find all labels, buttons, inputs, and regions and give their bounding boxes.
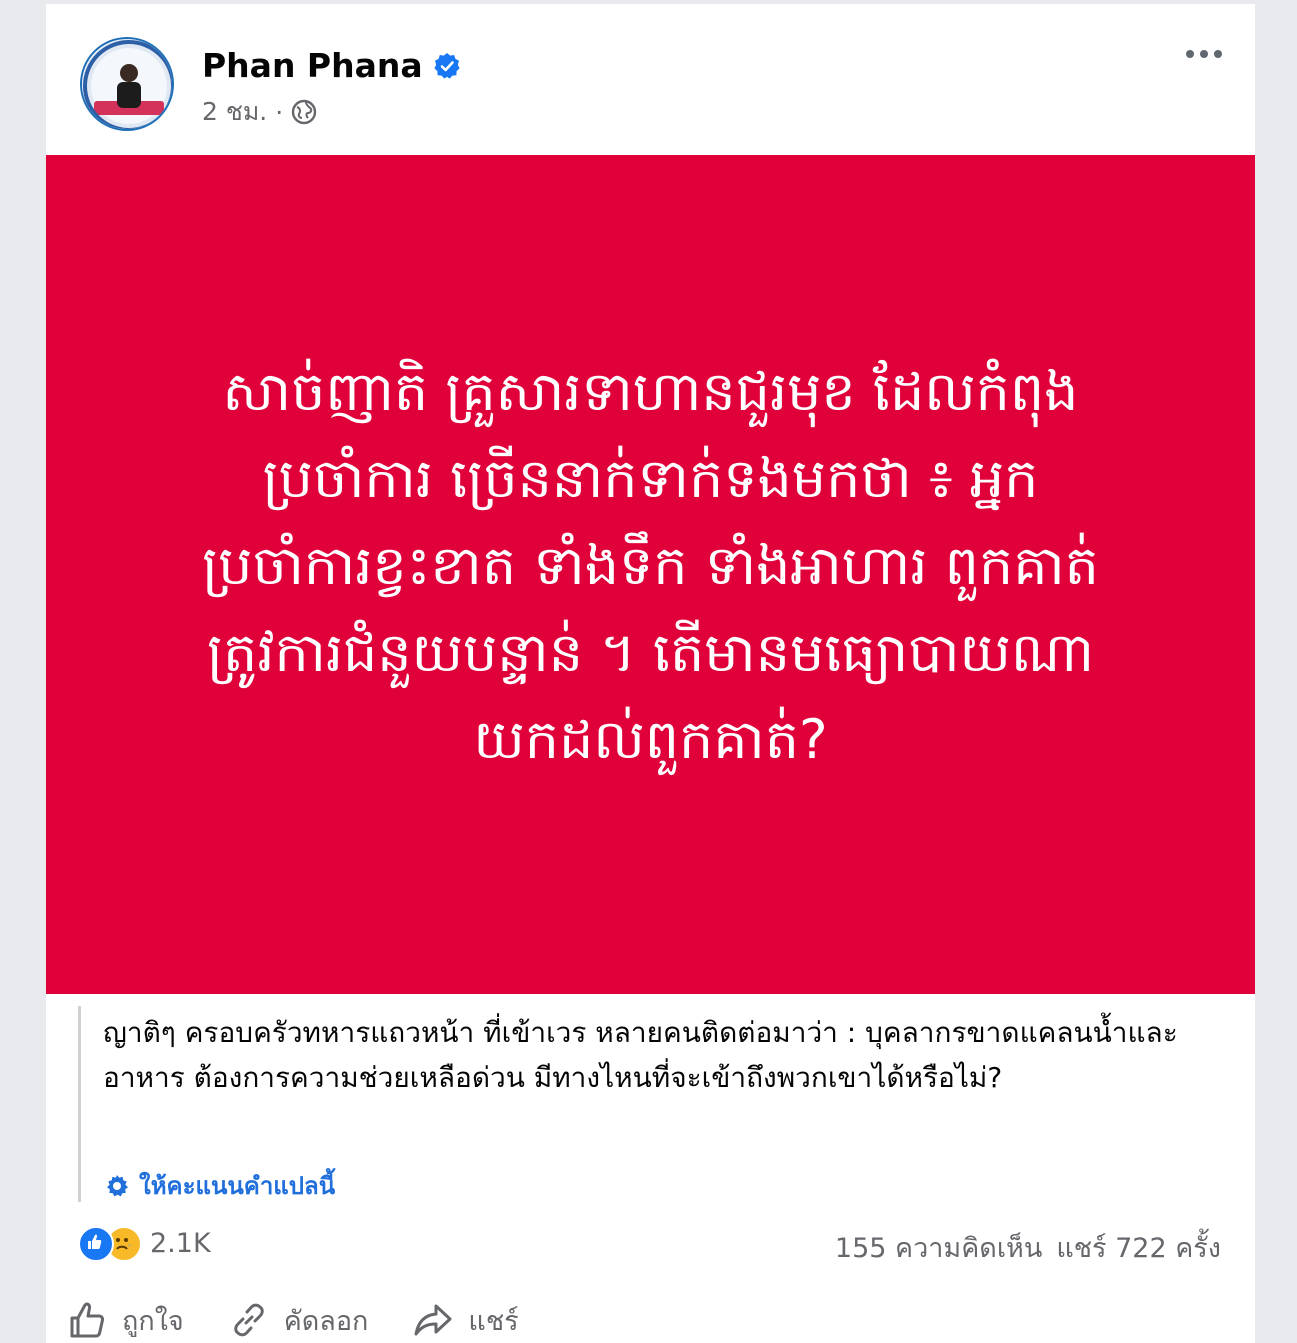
post-time[interactable]: 2 ชม. <box>202 92 267 132</box>
like-label[interactable]: ถูกใจ <box>122 1299 184 1342</box>
rate-translation-label[interactable]: ให้คะแนนคำแปลนี้ <box>139 1166 335 1205</box>
globe-icon <box>292 99 317 125</box>
like-button[interactable]: ถูกใจ <box>66 1299 184 1342</box>
translation-text: ญาติๆ ครอบครัวทหารแถวหน้า ที่เข้าเวร หลา… <box>103 1016 1178 1094</box>
post-banner: សាច់ញាតិ គ្រួសារទាហានជួរមុខ ដែលកំពុង ប្រ… <box>46 155 1255 994</box>
reactions-count[interactable]: 2.1K <box>150 1228 211 1259</box>
translation-block: ญาติๆ ครอบครัวทหารแถวหน้า ที่เข้าเวร หลา… <box>78 1006 1238 1202</box>
meta-separator: · <box>275 97 284 127</box>
engagement-stats: 155 ความคิดเห็น แชร์ 722 ครั้ง <box>835 1226 1221 1269</box>
author-name[interactable]: Phan Phana <box>202 46 461 85</box>
action-bar: ถูกใจ คัดลอก แชร์ <box>66 1297 1246 1343</box>
link-icon <box>233 1303 264 1337</box>
verified-badge-icon <box>434 52 460 79</box>
post-card: Phan Phana 2 ชม. · សាច់ញាតិ គ្រួសារទាហាន… <box>46 4 1255 1343</box>
rate-translation-link[interactable]: ให้คะแนนคำแปลนี้ <box>105 1166 335 1205</box>
share-button[interactable]: แชร์ <box>412 1299 519 1342</box>
copy-label[interactable]: คัดลอก <box>284 1299 369 1342</box>
copy-button[interactable]: คัดลอก <box>228 1299 369 1342</box>
share-label[interactable]: แชร์ <box>468 1299 518 1342</box>
banner-text: សាច់ញាតិ គ្រួសារទាហានជួរមុខ ដែលកំពុង ប្រ… <box>202 360 1099 771</box>
reaction-icons <box>78 1226 142 1262</box>
more-options-icon[interactable] <box>1184 44 1224 64</box>
shares-count[interactable]: แชร์ 722 ครั้ง <box>1056 1226 1221 1269</box>
author-avatar[interactable] <box>80 37 174 131</box>
post-meta: 2 ชม. · <box>202 92 317 132</box>
reactions-summary[interactable]: 2.1K <box>78 1226 211 1262</box>
share-arrow-icon <box>414 1304 452 1336</box>
comments-count[interactable]: 155 ความคิดเห็น <box>835 1226 1042 1269</box>
gear-icon <box>107 1174 128 1196</box>
author-name-text[interactable]: Phan Phana <box>202 46 423 85</box>
like-reaction-icon <box>78 1226 114 1262</box>
thumbs-up-icon <box>70 1302 105 1338</box>
